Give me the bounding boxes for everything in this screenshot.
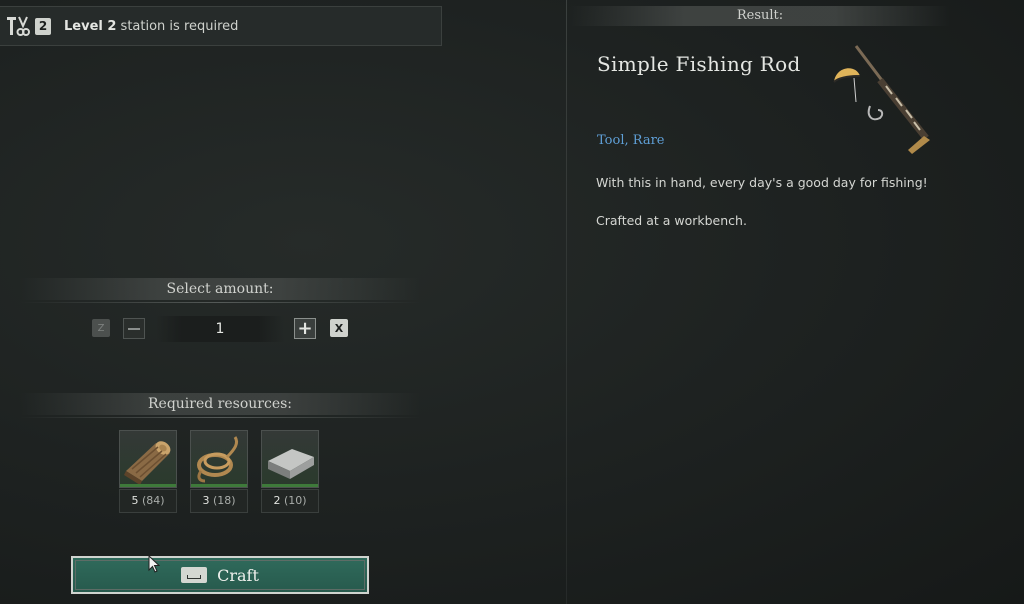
select-amount-header: Select amount: xyxy=(20,278,420,303)
rope-icon xyxy=(197,436,239,483)
plus-icon: + xyxy=(297,318,313,339)
craft-button-label: Craft xyxy=(217,565,259,585)
result-header: Result: xyxy=(570,6,950,26)
minus-icon xyxy=(128,327,140,330)
requirement-text: Level 2 station is required xyxy=(64,19,238,34)
resource-needed: 3 xyxy=(202,494,210,507)
panel-divider xyxy=(566,0,567,604)
resource-have: (84) xyxy=(141,494,165,507)
amount-selector: Z 1 + X xyxy=(0,316,442,342)
item-tags: Tool, Rare xyxy=(597,133,665,148)
metal-ingot-icon xyxy=(268,449,314,479)
requirement-suffix: station is required xyxy=(116,18,239,34)
wood-log-icon xyxy=(124,441,171,485)
item-description: With this in hand, every day's a good da… xyxy=(596,175,928,190)
mouse-cursor-icon xyxy=(148,555,160,573)
resource-slot[interactable]: 2 (10) xyxy=(261,430,319,513)
resource-have: (18) xyxy=(212,494,236,507)
decrease-key-hint: Z xyxy=(92,319,110,337)
craft-button[interactable]: Craft xyxy=(71,556,369,594)
resource-slot[interactable]: 5 (84) xyxy=(119,430,177,513)
resource-needed: 2 xyxy=(273,494,281,507)
tools-icon xyxy=(7,16,30,36)
resource-needed: 5 xyxy=(131,494,139,507)
increase-key-hint: X xyxy=(330,319,348,337)
resource-image xyxy=(190,430,248,488)
resource-image xyxy=(261,430,319,488)
required-level: Level 2 xyxy=(64,18,117,34)
resource-image xyxy=(119,430,177,488)
station-requirement-bar: 2 Level 2 station is required xyxy=(0,6,442,46)
decrease-amount-button[interactable] xyxy=(123,318,145,339)
level-badge: 2 xyxy=(35,17,51,35)
increase-amount-button[interactable]: + xyxy=(294,318,316,339)
spacebar-key-icon xyxy=(181,567,208,583)
resource-count: 3 (18) xyxy=(190,489,248,513)
resource-slot[interactable]: 3 (18) xyxy=(190,430,248,513)
required-resources-header: Required resources: xyxy=(20,393,420,418)
resource-count: 5 (84) xyxy=(119,489,177,513)
crafting-location: Crafted at a workbench. xyxy=(596,213,747,228)
resource-have: (10) xyxy=(283,494,307,507)
resource-list: 5 (84) 3 (18) 2 (10) xyxy=(119,430,319,513)
item-name: Simple Fishing Rod xyxy=(597,52,801,76)
fishing-rod-icon xyxy=(833,45,930,154)
amount-input[interactable]: 1 xyxy=(156,316,284,342)
resource-count: 2 (10) xyxy=(261,489,319,513)
